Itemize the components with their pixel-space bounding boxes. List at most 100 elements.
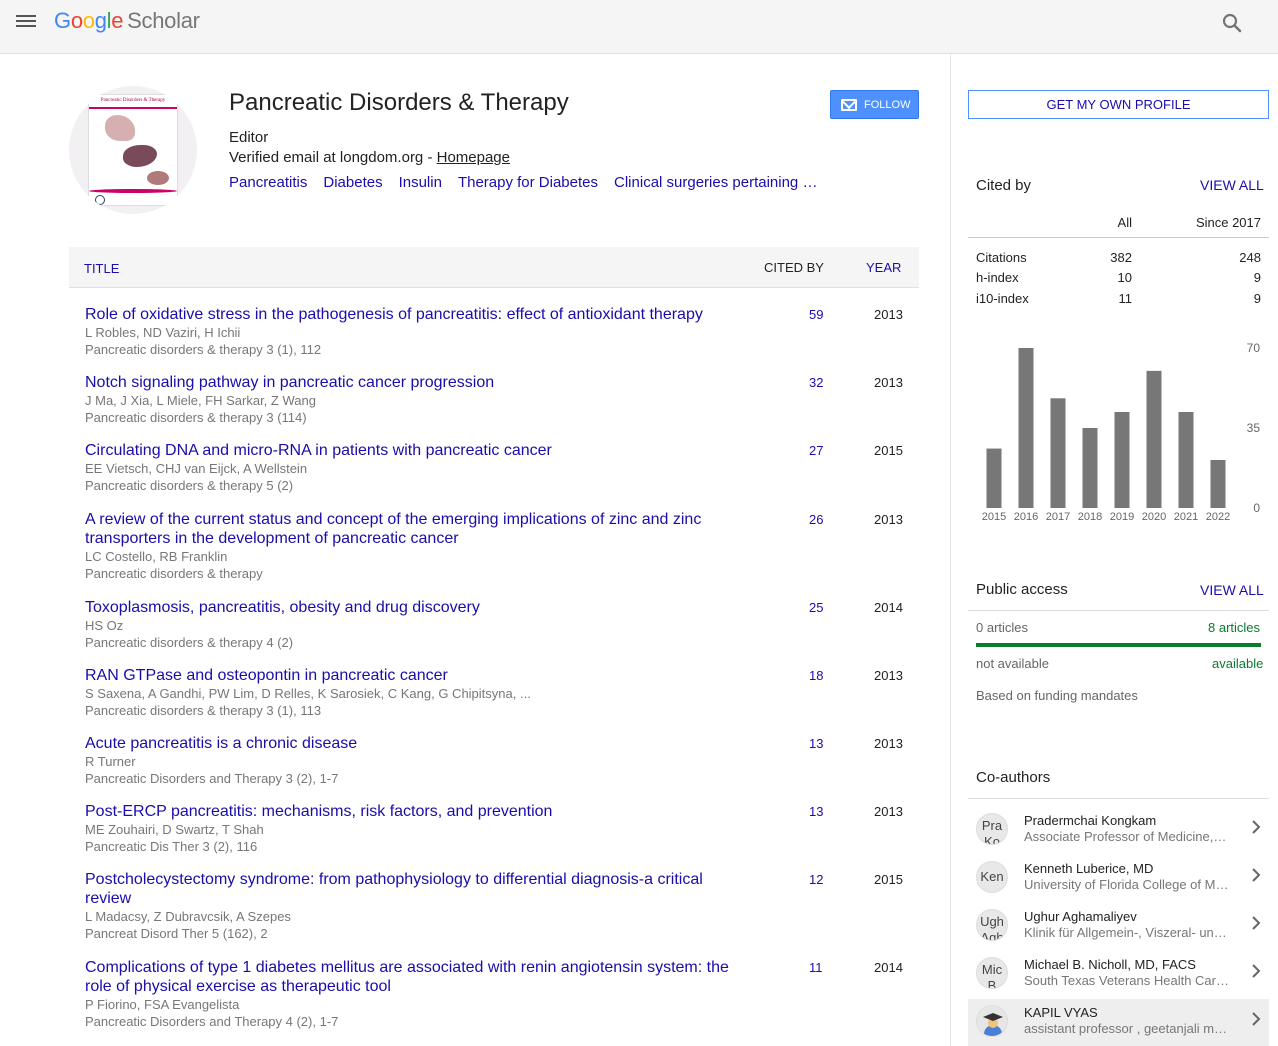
hamburger-menu-icon[interactable]	[14, 12, 38, 32]
chart-bar-2017[interactable]	[1050, 398, 1066, 508]
article-authors: L Madacsy, Z Dubravcsik, A Szepes	[85, 909, 291, 924]
cited-by-count[interactable]: 59	[809, 307, 823, 322]
stat-all: 10	[1117, 270, 1132, 285]
coauthor-item[interactable]: Ken Kenneth Luberice, MD University of F…	[968, 855, 1269, 902]
article-year: 2013	[874, 804, 903, 819]
available-count[interactable]: 8 articles	[1208, 620, 1260, 635]
cited-by-count[interactable]: 27	[809, 443, 823, 458]
cited-by-count[interactable]: 32	[809, 375, 823, 390]
article-title-link[interactable]: Circulating DNA and micro-RNA in patient…	[85, 441, 735, 460]
cited-by-count[interactable]: 12	[809, 872, 823, 887]
verified-email-text: Verified email at longdom.org -	[229, 149, 437, 166]
follow-button[interactable]: FOLLOW	[830, 90, 919, 119]
chart-y-tick-label: 0	[1253, 501, 1260, 515]
article-authors: ME Zouhairi, D Swartz, T Shah	[85, 822, 264, 837]
chevron-right-icon	[1252, 820, 1261, 834]
coauthor-item[interactable]: Ugh Agh Ughur Aghamaliyev Klinik für All…	[968, 903, 1269, 950]
coauthor-affiliation: South Texas Veterans Health Care System	[1024, 973, 1229, 988]
article-authors: LC Costello, RB Franklin	[85, 549, 228, 564]
article-title-link[interactable]: Notch signaling pathway in pancreatic ca…	[85, 373, 735, 392]
cited-by-count[interactable]: 26	[809, 512, 823, 527]
chart-bar-2015[interactable]	[986, 448, 1002, 508]
cited-by-count[interactable]: 18	[809, 668, 823, 683]
interest-link[interactable]: Clinical surgeries pertaining …	[614, 174, 817, 191]
cited-by-view-all-link[interactable]: VIEW ALL	[1200, 177, 1264, 193]
article-title-link[interactable]: Role of oxidative stress in the pathogen…	[85, 305, 735, 324]
sort-by-year[interactable]: YEAR	[866, 260, 901, 275]
sort-by-cited[interactable]: CITED BY	[764, 260, 824, 275]
journal-cover-image: Pancreatic Disorders & Therapy	[88, 94, 178, 206]
graduate-cap-avatar-icon	[976, 1005, 1008, 1037]
chart-bar-2019[interactable]	[1114, 412, 1130, 508]
article-year: 2013	[874, 668, 903, 683]
google-scholar-logo[interactable]: Google Scholar	[54, 8, 200, 34]
interest-link[interactable]: Diabetes	[323, 174, 382, 191]
coauthor-name: Michael B. Nicholl, MD, FACS	[1024, 957, 1196, 972]
chevron-right-icon	[1252, 868, 1261, 882]
homepage-link[interactable]: Homepage	[437, 149, 510, 166]
interest-link[interactable]: Therapy for Diabetes	[458, 174, 598, 191]
cited-by-count[interactable]: 11	[809, 960, 823, 975]
chart-bar-2021[interactable]	[1178, 412, 1194, 508]
overflow-icon[interactable]: ⋮	[1272, 14, 1278, 32]
profile-avatar: Pancreatic Disorders & Therapy	[69, 86, 197, 214]
get-my-own-profile-button[interactable]: GET MY OWN PROFILE	[968, 90, 1269, 119]
article-title-link[interactable]: Toxoplasmosis, pancreatitis, obesity and…	[85, 598, 735, 617]
public-access-heading: Public access	[976, 581, 1068, 598]
article-venue: Pancreatic Dis Ther 3 (2), 116	[85, 839, 258, 854]
search-icon[interactable]	[1220, 11, 1244, 35]
article-title-link[interactable]: Acute pancreatitis is a chronic disease	[85, 734, 735, 753]
coauthor-name: Kenneth Luberice, MD	[1024, 861, 1154, 876]
article-title-link[interactable]: A review of the current status and conce…	[85, 510, 735, 548]
logo-letter: g	[94, 8, 107, 33]
article-venue: Pancreatic disorders & therapy 4 (2)	[85, 635, 294, 650]
article-authors: R Turner	[85, 754, 136, 769]
table-row: RAN GTPase and osteopontin in pancreatic…	[85, 666, 919, 719]
cited-by-count[interactable]: 25	[809, 600, 823, 615]
coauthor-item[interactable]: Mic B Michael B. Nicholl, MD, FACS South…	[968, 951, 1269, 998]
chart-x-tick-label: 2020	[1142, 511, 1166, 523]
article-venue: Pancreat Disord Ther 5 (162), 2	[85, 926, 268, 941]
table-row: Acute pancreatitis is a chronic disease …	[85, 734, 919, 787]
stats-header: All Since 2017	[968, 208, 1269, 238]
interest-link[interactable]: Pancreatitis	[229, 174, 307, 191]
coauthor-name: Pradermchai Kongkam	[1024, 813, 1157, 828]
article-title-link[interactable]: Postcholecystectomy syndrome: from patho…	[85, 870, 735, 908]
article-title-link[interactable]: Complications of type 1 diabetes mellitu…	[85, 958, 735, 996]
stats-col-all: All	[1117, 215, 1132, 230]
not-available-label: not available	[976, 656, 1049, 671]
column-divider	[950, 54, 951, 1046]
article-title-link[interactable]: Post-ERCP pancreatitis: mechanisms, risk…	[85, 802, 735, 821]
article-venue: Pancreatic disorders & therapy 5 (2)	[85, 478, 294, 493]
chart-bar-2020[interactable]	[1146, 370, 1162, 508]
article-title-link[interactable]: RAN GTPase and osteopontin in pancreatic…	[85, 666, 735, 685]
chart-bar-2018[interactable]	[1082, 428, 1098, 508]
stat-all: 382	[1110, 250, 1132, 265]
article-year: 2013	[874, 375, 903, 390]
coauthor-item[interactable]: Pra Ko Pradermchai Kongkam Associate Pro…	[968, 807, 1269, 854]
cited-by-count[interactable]: 13	[809, 736, 823, 751]
cited-by-count[interactable]: 13	[809, 804, 823, 819]
coauthor-name: Ughur Aghamaliyev	[1024, 909, 1137, 924]
table-row: Postcholecystectomy syndrome: from patho…	[85, 870, 919, 942]
stats-row: h-index 10 9	[968, 270, 1269, 290]
chart-x-tick-label: 2021	[1174, 511, 1198, 523]
article-year: 2015	[874, 443, 903, 458]
table-row: A review of the current status and conce…	[85, 510, 919, 582]
stat-since: 9	[1253, 270, 1261, 285]
sort-by-title[interactable]: TITLE	[84, 261, 119, 276]
not-available-count[interactable]: 0 articles	[976, 620, 1028, 635]
logo-letter: e	[111, 8, 124, 33]
chart-bar-2022[interactable]	[1210, 460, 1226, 508]
chart-bar-2016[interactable]	[1018, 348, 1034, 508]
mail-icon	[841, 99, 857, 111]
public-access-view-all-link[interactable]: VIEW ALL	[1200, 582, 1264, 598]
article-venue: Pancreatic disorders & therapy	[85, 566, 263, 581]
interest-link[interactable]: Insulin	[399, 174, 442, 191]
article-year: 2014	[874, 960, 903, 975]
profile-role: Editor	[229, 129, 269, 146]
chevron-right-icon	[1252, 916, 1261, 930]
stat-label: i10-index	[976, 291, 1029, 306]
coauthor-item[interactable]: KAPIL VYAS assistant professor , geetanj…	[968, 999, 1269, 1046]
table-row: Complications of type 1 diabetes mellitu…	[85, 958, 919, 1030]
